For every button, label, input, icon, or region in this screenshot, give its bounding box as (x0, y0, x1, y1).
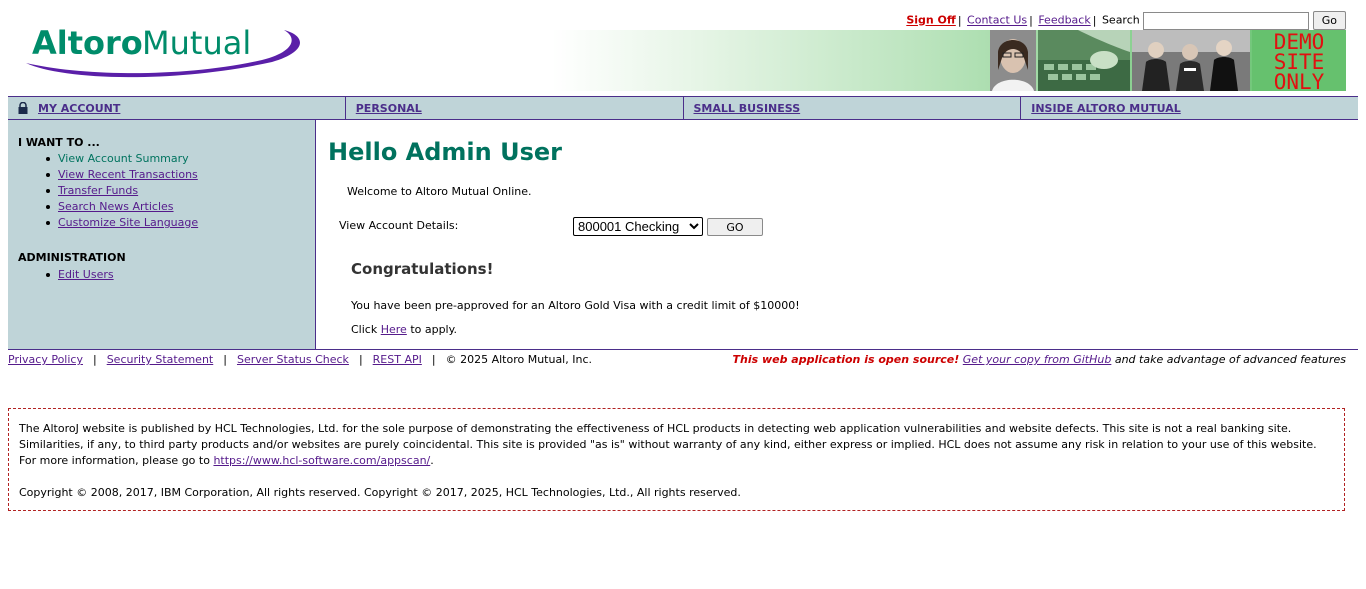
rest-api-link[interactable]: REST API (373, 353, 422, 366)
sign-off-link[interactable]: Sign Off (906, 14, 956, 27)
disclaimer-box: The AltoroJ website is published by HCL … (8, 408, 1345, 511)
demo-badge-line: ONLY (1273, 70, 1325, 94)
search-go-button[interactable]: Go (1312, 11, 1346, 30)
sidebar-item-view-recent-transactions[interactable]: View Recent Transactions (40, 167, 198, 183)
demo-badge-line: SITE (1273, 50, 1325, 74)
search-label: Search (1101, 13, 1140, 27)
account-select[interactable]: 800001 Checking (573, 217, 703, 236)
sidebar-link[interactable]: Transfer Funds (58, 184, 138, 197)
tab-inside-altoro-mutual-link[interactable]: INSIDE ALTORO MUTUAL (1031, 102, 1181, 115)
page-title: Hello Admin User (328, 138, 562, 166)
disclaimer-link-suffix: . (430, 454, 434, 467)
sidebar-admin-list: Edit Users (40, 267, 114, 283)
feedback-link[interactable]: Feedback (1038, 14, 1090, 27)
tab-inside-altoro-mutual[interactable]: INSIDE ALTORO MUTUAL (1020, 97, 1358, 119)
logo-text-mutual: Mutual (142, 24, 251, 62)
sidebar-heading-administration: ADMINISTRATION (18, 251, 126, 264)
sidebar-i-want-to-list: View Account Summary View Recent Transac… (40, 151, 198, 231)
main-nav-tabs: MY ACCOUNT PERSONAL SMALL BUSINESS INSID… (8, 96, 1358, 120)
sidebar-item-search-news-articles[interactable]: Search News Articles (40, 199, 198, 215)
open-source-notice: This web application is open source! Get… (700, 353, 1347, 366)
security-statement-link[interactable]: Security Statement (107, 353, 214, 366)
server-status-check-link[interactable]: Server Status Check (237, 353, 349, 366)
sidebar-item-view-account-summary[interactable]: View Account Summary (40, 151, 198, 167)
open-source-text: This web application is open source! (732, 353, 960, 366)
disclaimer-copyright: Copyright © 2008, 2017, IBM Corporation,… (19, 486, 741, 499)
apply-here-link[interactable]: Here (381, 323, 407, 336)
footer-divider (8, 349, 1358, 350)
advanced-features-text: and take advantage of advanced features (1114, 353, 1346, 366)
tab-my-account-link[interactable]: MY ACCOUNT (38, 102, 120, 115)
woman-photo (990, 30, 1036, 91)
view-account-details-label: View Account Details: (339, 219, 459, 232)
top-links: Sign Off | Contact Us | Feedback | Search G… (900, 11, 1346, 30)
apply-text: Click Here to apply. (351, 323, 457, 336)
disclaimer-text: The AltoroJ website is published by HCL … (19, 421, 1334, 469)
demo-site-only-badge: DEMO SITE ONLY (1252, 30, 1346, 94)
apply-suffix: to apply. (410, 323, 458, 336)
preapproved-text: You have been pre-approved for an Altoro… (351, 299, 800, 312)
welcome-text: Welcome to Altoro Mutual Online. (347, 185, 532, 198)
sidebar-link[interactable]: Edit Users (58, 268, 114, 281)
altoro-mutual-logo[interactable]: Altoro Mutual (22, 22, 304, 80)
sidebar-heading-i-want-to: I WANT TO ... (18, 136, 100, 149)
tab-personal[interactable]: PERSONAL (344, 97, 683, 119)
footer-links: Privacy Policy | Security Statement | Server… (8, 353, 592, 366)
search-input[interactable] (1143, 11, 1310, 30)
tab-my-account[interactable]: MY ACCOUNT (8, 97, 345, 119)
apply-prefix: Click (351, 323, 378, 336)
tab-small-business-link[interactable]: SMALL BUSINESS (694, 102, 801, 115)
sidebar-item-customize-site-language[interactable]: Customize Site Language (40, 215, 198, 231)
hcl-appscan-link[interactable]: https://www.hcl-software.com/appscan/ (213, 454, 430, 467)
logo-text-altoro: Altoro (32, 24, 143, 62)
header-banner: DEMO SITE ONLY (552, 30, 1346, 94)
account-go-button[interactable]: GO (707, 218, 763, 236)
github-link[interactable]: Get your copy from GitHub (963, 353, 1112, 366)
privacy-policy-link[interactable]: Privacy Policy (8, 353, 83, 366)
contact-us-link[interactable]: Contact Us (967, 14, 1027, 27)
tab-small-business[interactable]: SMALL BUSINESS (682, 97, 1021, 119)
business-people-photo (1132, 30, 1250, 91)
keyboard-photo (1038, 30, 1130, 91)
congratulations-heading: Congratulations! (351, 260, 494, 278)
sidebar-link[interactable]: View Recent Transactions (58, 168, 198, 181)
sidebar-link[interactable]: Customize Site Language (58, 216, 198, 229)
tab-personal-link[interactable]: PERSONAL (356, 102, 422, 115)
sidebar-item-edit-users[interactable]: Edit Users (40, 267, 114, 283)
demo-badge-line: DEMO (1273, 30, 1325, 54)
footer-copyright: © 2025 Altoro Mutual, Inc. (445, 353, 592, 366)
sidebar-item-transfer-funds[interactable]: Transfer Funds (40, 183, 198, 199)
lock-icon (18, 102, 28, 114)
sidebar: I WANT TO ... View Account Summary View … (8, 120, 316, 349)
sidebar-link[interactable]: Search News Articles (58, 200, 174, 213)
